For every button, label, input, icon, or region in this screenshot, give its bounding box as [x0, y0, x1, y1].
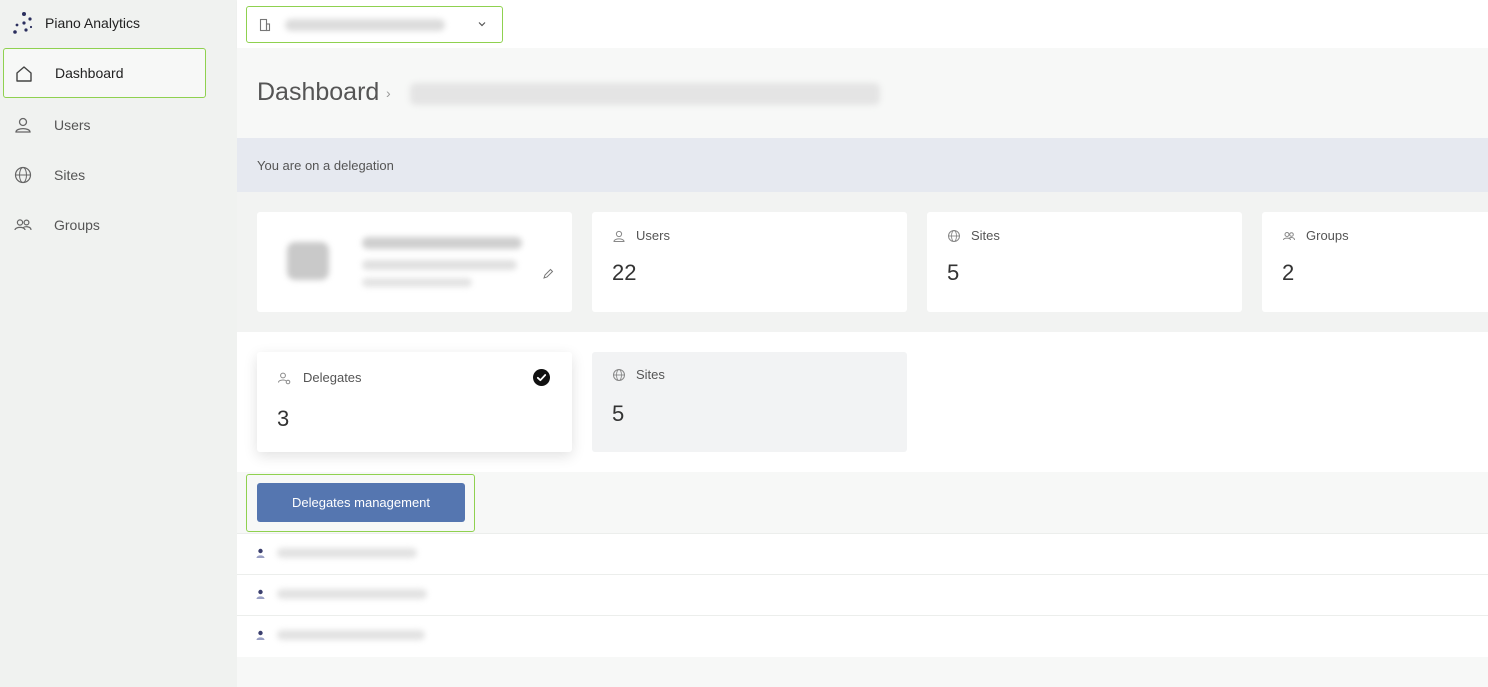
list-item[interactable]: [237, 615, 1488, 657]
stat-card-delegates[interactable]: Delegates 3: [257, 352, 572, 452]
organization-subtitle-redacted: [362, 260, 517, 270]
edit-icon[interactable]: [542, 268, 554, 280]
sidebar: Piano Analytics Dashboard Users Sites Gr…: [0, 0, 237, 687]
organization-title-redacted: [362, 237, 522, 249]
sidebar-item-label: Sites: [54, 167, 86, 183]
stat-card-groups[interactable]: Groups 2: [1262, 212, 1488, 312]
sidebar-item-dashboard[interactable]: Dashboard: [3, 48, 206, 98]
page-title: Dashboard: [257, 78, 380, 106]
delegate-icon: [278, 372, 291, 385]
list-item[interactable]: [237, 574, 1488, 616]
check-circle-icon: [533, 369, 550, 386]
breadcrumb-separator: ›: [386, 85, 391, 101]
stat-value: 5: [947, 260, 960, 285]
sidebar-item-label: Groups: [54, 217, 100, 233]
stat-value: 5: [612, 401, 625, 426]
organization-selector[interactable]: [246, 6, 503, 43]
globe-icon: [14, 166, 32, 184]
list-item[interactable]: [237, 533, 1488, 575]
organization-name-redacted: [285, 19, 445, 31]
delegate-name-redacted: [277, 589, 427, 599]
user-icon: [15, 117, 31, 133]
breadcrumb-redacted: [410, 83, 880, 105]
sidebar-item-users[interactable]: Users: [3, 100, 206, 150]
delegation-banner: You are on a delegation: [237, 138, 1488, 192]
stat-value: 3: [277, 406, 290, 431]
organization-detail-redacted: [362, 278, 472, 287]
banner-text: You are on a delegation: [257, 158, 394, 173]
globe-icon: [948, 230, 960, 242]
stat-label: Delegates: [303, 370, 362, 385]
home-icon: [16, 66, 32, 82]
stat-label: Groups: [1306, 228, 1349, 243]
avatar-icon: [256, 548, 265, 558]
users-icon: [14, 219, 32, 231]
sidebar-item-groups[interactable]: Groups: [3, 200, 206, 250]
stat-value: 22: [612, 260, 637, 285]
organization-avatar: [287, 242, 329, 280]
sidebar-item-sites[interactable]: Sites: [3, 150, 206, 200]
stat-label: Sites: [971, 228, 1000, 243]
avatar-icon: [256, 630, 265, 640]
stat-label: Sites: [636, 367, 665, 382]
stat-card-users[interactable]: Users 22: [592, 212, 907, 312]
chevron-down-icon[interactable]: [477, 19, 487, 29]
app-name: Piano Analytics: [45, 15, 140, 31]
avatar-icon: [256, 589, 265, 599]
users-icon: [1283, 232, 1295, 241]
building-icon: [259, 18, 271, 32]
stat-label: Users: [636, 228, 670, 243]
app-logo[interactable]: Piano Analytics: [12, 10, 140, 36]
stat-value: 2: [1282, 260, 1295, 285]
piano-logo-icon: [13, 12, 33, 34]
stat-card-sites[interactable]: Sites 5: [927, 212, 1242, 312]
sidebar-item-label: Dashboard: [55, 65, 124, 81]
user-icon: [613, 230, 625, 242]
stat-card-delegation-sites[interactable]: Sites 5: [592, 352, 907, 452]
sidebar-item-label: Users: [54, 117, 91, 133]
delegate-name-redacted: [277, 630, 425, 640]
delegates-management-button[interactable]: Delegates management: [257, 483, 465, 522]
delegates-list: [237, 533, 1488, 657]
globe-icon: [613, 369, 625, 381]
delegate-name-redacted: [277, 548, 417, 558]
organization-card: [257, 212, 572, 312]
